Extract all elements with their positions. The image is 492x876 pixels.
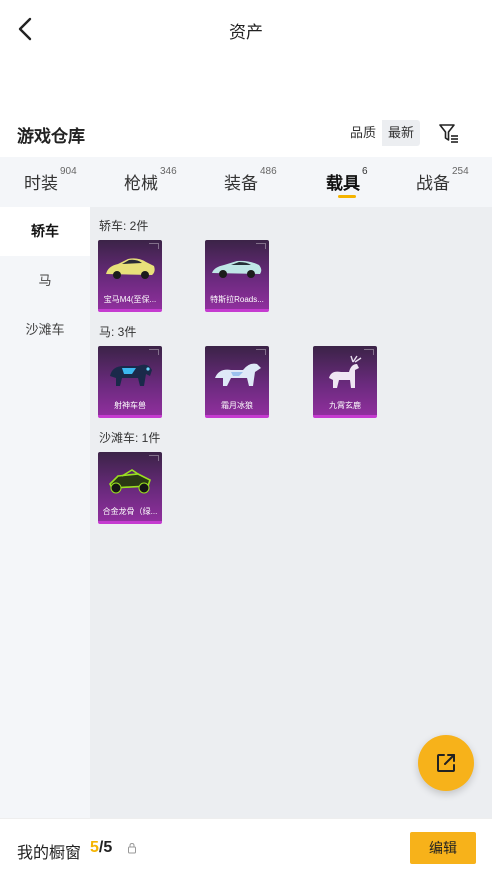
tab-label: 载具	[326, 174, 360, 193]
showcase-count: 5/5	[90, 839, 112, 857]
item-card[interactable]: 霜月冰狼	[205, 346, 269, 418]
blue-beast-mount	[110, 364, 152, 386]
sidebar-item-horse[interactable]: 马	[0, 256, 90, 305]
group-label-sedan: 轿车: 2件	[99, 219, 149, 233]
tab-count: 486	[260, 166, 277, 177]
top-bar: 资产	[0, 0, 492, 60]
item-card[interactable]: 九霄玄鹿	[313, 346, 377, 418]
sidebar-item-beach-buggy[interactable]: 沙滩车	[0, 305, 90, 354]
group-label-beach-buggy: 沙滩车: 1件	[99, 431, 161, 445]
item-card[interactable]: 合金龙骨（绿...	[98, 452, 162, 524]
warehouse-header: 游戏仓库 品质 最新	[0, 116, 492, 150]
item-card[interactable]: 射神车兽	[98, 346, 162, 418]
share-external-icon	[437, 754, 455, 772]
tab-label: 枪械	[124, 174, 158, 193]
showcase-bar: 我的橱窗 5/5 编辑	[0, 818, 492, 876]
ice-wolf-mount	[215, 363, 261, 386]
tab-label: 时装	[24, 174, 58, 193]
warehouse-title: 游戏仓库	[17, 127, 85, 146]
group-label-horse: 马: 3件	[99, 325, 137, 339]
item-name: 射神车兽	[114, 401, 146, 410]
filter-icon	[439, 124, 458, 143]
item-name: 霜月冰狼	[221, 401, 253, 410]
sidebar-item-sedan[interactable]: 轿车	[0, 207, 90, 256]
share-button[interactable]	[418, 735, 474, 791]
tab-label: 战备	[416, 174, 450, 193]
sort-toggle: 品质 最新	[344, 120, 421, 146]
yellow-sports-car	[106, 258, 155, 279]
item-name: 合金龙骨（绿...	[102, 507, 158, 516]
item-name: 特斯拉Roads...	[210, 295, 264, 304]
sort-newest-button[interactable]: 最新	[382, 120, 421, 146]
showcase-label: 我的橱窗	[17, 845, 82, 862]
white-deer-mount	[329, 355, 362, 388]
tab-firearms[interactable]: 枪械346	[124, 166, 177, 194]
sort-quality-button[interactable]: 品质	[344, 120, 383, 146]
active-tab-indicator	[338, 195, 356, 198]
tab-vehicles[interactable]: 载具6	[326, 166, 368, 194]
showcase-count-total: 5	[103, 839, 113, 856]
item-card[interactable]: 特斯拉Roads...	[205, 240, 269, 312]
category-tabs: 时装904 枪械346 装备486 载具6 战备254	[0, 157, 492, 207]
showcase-count-current: 5	[90, 839, 99, 856]
tab-war-supplies[interactable]: 战备254	[416, 166, 469, 194]
page-title: 资产	[229, 23, 263, 42]
edit-button[interactable]: 编辑	[410, 832, 476, 864]
green-buggy	[109, 469, 151, 494]
teal-roadster-car	[212, 260, 262, 278]
lock-icon	[128, 842, 136, 854]
item-grid: 轿车: 2件 宝马M4(至保... 特斯拉Roads... 马: 3件 射神车兽	[90, 207, 492, 818]
tab-count: 346	[160, 166, 177, 177]
tab-count: 904	[60, 166, 77, 177]
sub-category-sidebar: 轿车 马 沙滩车	[0, 207, 90, 818]
tab-label: 装备	[224, 174, 258, 193]
item-name: 宝马M4(至保...	[103, 295, 157, 304]
tab-count: 6	[362, 166, 368, 177]
item-name: 九霄玄鹿	[329, 401, 361, 410]
tab-fashion[interactable]: 时装904	[24, 166, 77, 194]
tab-count: 254	[452, 166, 469, 177]
tab-equipment[interactable]: 装备486	[224, 166, 277, 194]
item-card[interactable]: 宝马M4(至保...	[98, 240, 162, 312]
filter-button[interactable]	[436, 120, 462, 146]
